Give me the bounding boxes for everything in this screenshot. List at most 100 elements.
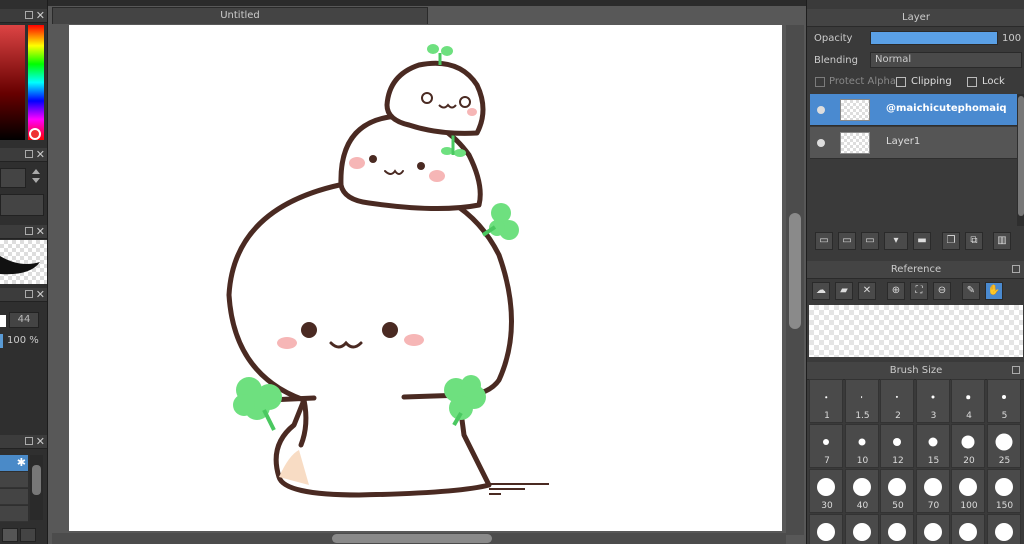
undock-icon[interactable] [25,290,33,298]
brush-size-cell[interactable]: 12 [880,424,914,468]
undock-icon[interactable] [25,11,33,19]
zoom-out-icon[interactable]: ⊖ [933,282,951,300]
reference-preview[interactable] [809,305,1023,357]
brush-list-item[interactable] [0,489,28,505]
add-layer-menu-icon[interactable]: ▾ [884,232,908,250]
brush-size-cell[interactable]: 300 [880,514,914,544]
hue-slider[interactable] [28,25,44,140]
brush-size-cell[interactable]: 10 [844,424,879,468]
new-brush-button[interactable] [2,528,18,542]
trash-icon[interactable]: ▥ [993,232,1011,250]
spin-down-icon[interactable] [32,178,40,183]
duplicate-layer-icon[interactable]: ❐ [942,232,960,250]
close-icon[interactable]: ✕ [36,148,45,161]
layer-opacity-slider[interactable] [870,31,998,45]
blending-mode-select[interactable]: Normal [870,52,1022,68]
brush-size-cell[interactable]: 30 [809,469,843,513]
brush-size-cell[interactable]: 2 [880,379,914,423]
brush-size-cell[interactable]: 250 [844,514,879,544]
folder-icon[interactable]: ▬ [913,232,931,250]
brush-size-cell[interactable]: 1.5 [844,379,879,423]
canvas-vertical-scrollbar[interactable] [786,25,804,535]
brush-list-scrollbar[interactable] [30,455,43,520]
brush-size-cell[interactable]: 200 [809,514,843,544]
brush-dot-icon [959,478,977,496]
clipping-checkbox[interactable] [896,77,906,87]
lock-checkbox[interactable] [967,77,977,87]
new-8bit-layer-icon[interactable]: ▭ [838,232,856,250]
brush-size-input[interactable]: 44 [9,312,39,328]
visibility-icon[interactable] [817,139,825,147]
value-field-2[interactable] [0,194,44,216]
brush-size-cell[interactable]: 100 [951,469,985,513]
brush-size-cell[interactable]: 500 [951,514,985,544]
scrollbar-thumb[interactable] [789,213,801,329]
document-tab[interactable]: Untitled [52,7,428,24]
color-saturation-square[interactable] [0,25,25,140]
open-folder-icon[interactable]: ▰ [835,282,853,300]
brush-size-cell[interactable]: 4 [951,379,985,423]
layer-row-selected[interactable]: @maichicutephomaiq [810,94,1017,126]
brush-stroke-shape [0,256,40,275]
brush-dot-icon [888,478,906,496]
drawing-canvas[interactable] [69,25,782,531]
value-field[interactable] [0,168,26,188]
brush-size-cell[interactable]: 3 [915,379,950,423]
visibility-icon[interactable] [817,106,825,114]
brush-size-label: 20 [963,456,975,466]
brush-size-cell[interactable]: 1 [809,379,843,423]
big-blush-left [277,337,297,349]
hue-slider-knob[interactable] [29,128,41,140]
brush-dot-icon [825,396,827,398]
undock-icon[interactable] [1012,366,1020,374]
opacity-indicator [0,334,3,348]
brush-size-cell[interactable]: 7 [809,424,843,468]
merge-layer-icon[interactable]: ⧉ [965,232,983,250]
zoom-in-icon[interactable]: ⊕ [887,282,905,300]
brush-size-cell[interactable]: 400 [915,514,950,544]
brush-size-cell[interactable]: 600 [986,514,1021,544]
canvas-horizontal-scrollbar[interactable] [52,533,786,544]
brush-size-cell[interactable]: 50 [880,469,914,513]
hand-tool-icon[interactable]: ✋ [985,282,1003,300]
brush-size-cell[interactable]: 15 [915,424,950,468]
undock-icon[interactable] [25,150,33,158]
brush-list-item[interactable] [0,472,28,488]
new-1bit-layer-icon[interactable]: ▭ [861,232,879,250]
brush-size-cell[interactable]: 150 [986,469,1021,513]
brush-size-cell[interactable]: 5 [986,379,1021,423]
brush-dot-icon [961,435,975,449]
spin-up-icon[interactable] [32,169,40,174]
protect-alpha-checkbox[interactable] [815,77,825,87]
value-spinner[interactable] [30,167,42,189]
close-icon[interactable]: ✕ [36,435,45,448]
undock-icon[interactable] [1012,265,1020,273]
scrollbar-thumb[interactable] [32,465,41,495]
brush-dot-icon [860,396,863,398]
brush-size-cell[interactable]: 20 [951,424,985,468]
eyedropper-icon[interactable]: ✎ [962,282,980,300]
brush-size-cell[interactable]: 40 [844,469,879,513]
folder-icon[interactable] [20,528,36,542]
brush-size-label: 1.5 [855,411,870,421]
layer-list-scrollbar[interactable] [1017,94,1024,226]
tab-strip [48,0,806,6]
close-reference-icon[interactable]: ✕ [858,282,876,300]
fit-view-icon[interactable]: ⛶ [910,282,928,300]
cloud-download-icon[interactable]: ☁ [812,282,830,300]
brush-list-item[interactable] [0,506,28,522]
gear-icon[interactable]: ✱ [0,455,28,471]
close-icon[interactable]: ✕ [36,9,45,22]
close-icon[interactable]: ✕ [36,288,45,301]
layer-opacity-value: 100 % [1002,33,1024,44]
undock-icon[interactable] [25,227,33,235]
close-icon[interactable]: ✕ [36,225,45,238]
undock-icon[interactable] [25,437,33,445]
layer-row[interactable]: Layer1 [810,127,1017,159]
new-layer-icon[interactable]: ▭ [815,232,833,250]
brush-size-cell[interactable]: 25 [986,424,1021,468]
brush-opacity-readout[interactable]: 100 % [7,335,39,346]
brush-size-cell[interactable]: 70 [915,469,950,513]
scrollbar-thumb[interactable] [1018,96,1024,216]
scrollbar-thumb[interactable] [332,534,492,543]
